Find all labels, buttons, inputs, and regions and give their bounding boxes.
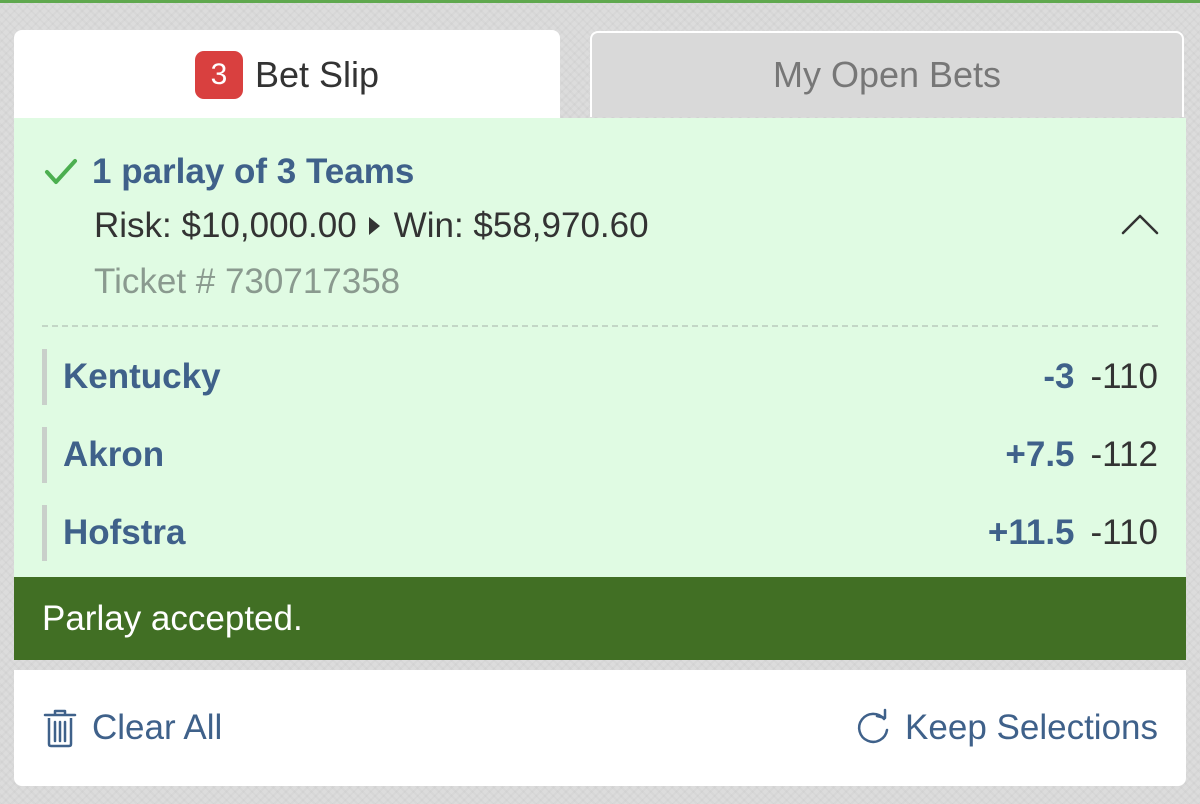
risk-amount: Risk: $10,000.00 (94, 206, 357, 245)
leg-team: Kentucky (63, 357, 221, 396)
leg-row: Akron +7.5 -112 (42, 427, 1158, 483)
leg-price: -112 (1090, 435, 1158, 474)
dashed-divider (42, 325, 1158, 327)
parlay-title: 1 parlay of 3 Teams (92, 152, 415, 191)
refresh-icon (857, 708, 889, 744)
keep-selections-label: Keep Selections (905, 708, 1158, 747)
chevron-up-icon[interactable] (1120, 212, 1160, 236)
tab-my-open-bets[interactable]: My Open Bets (590, 31, 1184, 117)
tab-my-open-bets-label: My Open Bets (772, 54, 1002, 95)
check-icon (45, 159, 77, 184)
trash-icon (43, 709, 77, 748)
status-message-bar: Parlay accepted. (14, 577, 1186, 660)
tab-bet-slip[interactable]: 3 Bet Slip (14, 30, 560, 120)
leg-row: Hofstra +11.5 -110 (42, 505, 1158, 561)
leg-odds: +11.5 -110 (988, 513, 1158, 553)
risk-win-row: Risk: $10,000.00 Win: $58,970.60 (94, 206, 649, 246)
top-accent-line (0, 0, 1200, 3)
leg-team: Akron (63, 435, 165, 474)
leg-price: -110 (1090, 357, 1158, 396)
parlay-panel: 1 parlay of 3 Teams Risk: $10,000.00 Win… (14, 118, 1186, 578)
clear-all-label: Clear All (92, 708, 223, 747)
leg-row: Kentucky -3 -110 (42, 349, 1158, 405)
footer-actions: Clear All Keep Selections (14, 670, 1186, 786)
clear-all-button[interactable]: Clear All (42, 670, 222, 786)
leg-odds: -3 -110 (1043, 357, 1158, 397)
bet-count-badge: 3 (194, 51, 243, 99)
leg-price: -110 (1090, 513, 1158, 552)
keep-selections-button[interactable]: Keep Selections (855, 670, 1158, 786)
status-message: Parlay accepted. (42, 598, 303, 638)
leg-line: -3 (1043, 357, 1075, 396)
leg-line: +7.5 (1005, 435, 1075, 474)
leg-team: Hofstra (63, 513, 186, 552)
leg-odds: +7.5 -112 (1005, 435, 1158, 475)
tab-bet-slip-label: Bet Slip (254, 54, 380, 95)
win-amount: Win: $58,970.60 (393, 206, 649, 245)
parlay-title-row: 1 parlay of 3 Teams (44, 152, 414, 192)
caret-right-icon (368, 217, 380, 235)
ticket-number: Ticket # 730717358 (94, 262, 401, 301)
leg-line: +11.5 (987, 513, 1075, 552)
